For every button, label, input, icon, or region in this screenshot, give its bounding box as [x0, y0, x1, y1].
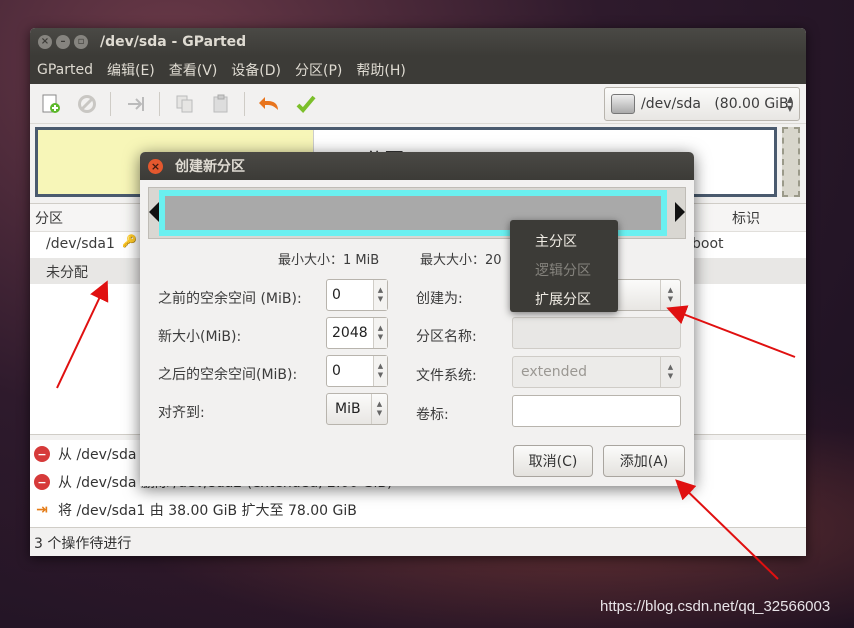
undo-icon[interactable]	[257, 91, 283, 117]
align-combo[interactable]: MiB ▲ ▼	[326, 393, 388, 425]
create-as-label: 创建为:	[416, 291, 463, 307]
filesystem-label: 文件系统:	[416, 368, 477, 384]
new-size-spinner[interactable]: 2048 ▲ ▼	[326, 317, 388, 349]
list-item[interactable]: ⇥ 将 /dev/sda1 由 38.00 GiB 扩大至 78.00 GiB	[30, 496, 806, 524]
close-window-icon[interactable]: ×	[38, 35, 52, 49]
paste-icon[interactable]	[208, 91, 234, 117]
new-size-label: 新大小(MiB):	[158, 329, 242, 345]
volume-label-input[interactable]	[512, 395, 681, 427]
menu-gparted[interactable]: GParted	[37, 62, 93, 78]
spinner-arrows-icon[interactable]: ▲ ▼	[373, 280, 387, 310]
new-size-value: 2048	[332, 325, 368, 341]
create-partition-dialog: × 创建新分区 最小大小：1 MiB 最大大小：20 之前的空余空间 (MiB)…	[140, 152, 694, 486]
delete-icon: −	[34, 474, 50, 490]
dialog-titlebar: × 创建新分区	[140, 152, 694, 180]
add-button[interactable]: 添加(A)	[603, 445, 685, 477]
chevron-updown-icon: ▲ ▼	[786, 95, 793, 113]
align-value: MiB	[335, 401, 361, 417]
status-text: 3 个操作待进行	[34, 536, 132, 552]
min-size-label: 最小大小：1 MiB	[278, 253, 380, 268]
free-before-value: 0	[332, 287, 341, 303]
chevron-updown-icon: ▲ ▼	[371, 394, 387, 424]
slider-left-handle[interactable]	[149, 202, 159, 222]
column-flags[interactable]: 标识	[732, 208, 760, 228]
create-as-dropdown-menu: 主分区 逻辑分区 扩展分区	[510, 220, 618, 312]
device-selector-value: /dev/sda (80.00 GiB)	[641, 96, 795, 112]
minimize-window-icon[interactable]: –	[56, 35, 70, 49]
chevron-updown-icon: ▲ ▼	[660, 280, 680, 310]
operation-text: 将 /dev/sda1 由 38.00 GiB 扩大至 78.00 GiB	[58, 503, 357, 519]
apply-icon[interactable]	[293, 91, 319, 117]
menu-edit[interactable]: 编辑(E)	[107, 60, 155, 80]
menu-partition[interactable]: 分区(P)	[295, 60, 342, 80]
align-label: 对齐到:	[158, 405, 205, 421]
dialog-title: 创建新分区	[175, 159, 245, 175]
column-partition[interactable]: 分区	[35, 208, 63, 228]
resize-icon[interactable]	[123, 91, 149, 117]
spinner-arrows-icon[interactable]: ▲ ▼	[373, 318, 387, 348]
cancel-button[interactable]: 取消(C)	[513, 445, 593, 477]
window-title: /dev/sda - GParted	[100, 34, 247, 50]
delete-icon: −	[34, 446, 50, 462]
toolbar-separator	[159, 91, 160, 116]
max-size-label: 最大大小：20	[420, 253, 502, 268]
toolbar-separator	[110, 91, 111, 116]
slider-right-handle[interactable]	[675, 202, 685, 222]
partition-name-input	[512, 317, 681, 349]
close-icon[interactable]: ×	[148, 158, 163, 174]
menu-item-logical: 逻辑分区	[535, 262, 591, 279]
row-flags: boot	[692, 236, 724, 252]
menubar: GParted 编辑(E) 查看(V) 设备(D) 分区(P) 帮助(H)	[30, 56, 806, 84]
maximize-window-icon[interactable]: ▫	[74, 35, 88, 49]
filesystem-combo: extended ▲ ▼	[512, 356, 681, 388]
menu-item-extended[interactable]: 扩展分区	[510, 284, 618, 313]
menu-device[interactable]: 设备(D)	[231, 60, 281, 80]
row-partition-name: 未分配	[46, 265, 88, 281]
free-after-spinner[interactable]: 0 ▲ ▼	[326, 355, 388, 387]
delete-icon[interactable]	[74, 91, 100, 117]
toolbar-separator	[244, 91, 245, 116]
filesystem-value: extended	[521, 364, 588, 380]
chevron-updown-icon: ▲ ▼	[660, 357, 680, 387]
row-partition-name: /dev/sda1	[46, 236, 115, 252]
free-before-label: 之前的空余空间 (MiB):	[158, 291, 302, 307]
status-bar: 3 个操作待进行	[30, 530, 806, 556]
device-selector[interactable]: /dev/sda (80.00 GiB) ▲ ▼	[604, 87, 800, 121]
free-after-value: 0	[332, 363, 341, 379]
disk-map-extended-region[interactable]	[782, 127, 800, 197]
watermark: https://blog.csdn.net/qq_32566003	[600, 598, 831, 615]
free-after-label: 之后的空余空间(MiB):	[158, 367, 298, 383]
volume-label-label: 卷标:	[416, 407, 449, 423]
spinner-arrows-icon[interactable]: ▲ ▼	[373, 356, 387, 386]
titlebar: × – ▫ /dev/sda - GParted	[30, 28, 806, 56]
menu-help[interactable]: 帮助(H)	[356, 60, 405, 80]
key-icon: 🔑	[122, 234, 137, 248]
menu-item-primary[interactable]: 主分区	[510, 226, 618, 255]
copy-icon[interactable]	[172, 91, 198, 117]
disk-icon	[611, 94, 635, 114]
resize-icon: ⇥	[36, 502, 48, 518]
free-before-spinner[interactable]: 0 ▲ ▼	[326, 279, 388, 311]
menu-view[interactable]: 查看(V)	[169, 60, 218, 80]
partition-name-label: 分区名称:	[416, 329, 477, 345]
new-partition-icon[interactable]	[38, 91, 64, 117]
